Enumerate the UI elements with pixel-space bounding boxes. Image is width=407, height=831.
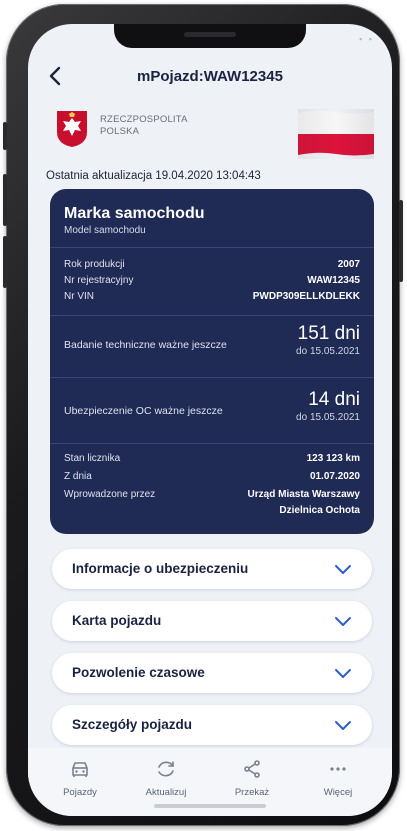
row-registration: Nr rejestracyjny WAW12345	[64, 275, 360, 286]
nav-share[interactable]: Przekaż	[212, 758, 292, 798]
silent-switch	[3, 122, 7, 150]
refresh-icon	[158, 761, 174, 777]
vehicle-brand: Marka samochodu	[64, 205, 205, 222]
status-indicator: ▪ ▪	[359, 34, 374, 44]
volume-down-button	[3, 236, 7, 288]
nav-refresh[interactable]: Aktualizuj	[126, 758, 206, 798]
divider	[50, 247, 374, 248]
section-vehicle-card[interactable]: Karta pojazdu	[52, 601, 372, 641]
more-icon	[330, 767, 346, 771]
app-screen: ▪ ▪ mPojazd:WAW12345 RZECZPOSPOLITA POLS…	[28, 24, 392, 816]
volume-up-button	[3, 174, 7, 226]
divider	[50, 377, 374, 378]
notch	[114, 24, 306, 48]
power-button	[399, 200, 403, 282]
row-odometer: Stan licznika 123 123 km	[64, 453, 360, 464]
chevron-down-icon	[335, 721, 351, 730]
row-entered-by: Wprowadzone przez Urząd Miasta Warszawy	[64, 489, 360, 500]
issuer-label: RZECZPOSPOLITA POLSKA	[100, 114, 188, 137]
vehicle-summary-card: Marka samochodu Model samochodu Rok prod…	[50, 189, 374, 534]
polish-emblem-icon	[57, 111, 87, 147]
chevron-down-icon	[335, 669, 351, 678]
section-vehicle-details[interactable]: Szczegóły pojazdu	[52, 705, 372, 745]
chevron-down-icon	[335, 617, 351, 626]
page-title: mPojazd:WAW12345	[137, 68, 283, 85]
car-icon	[72, 762, 88, 777]
share-icon	[244, 760, 260, 778]
divider	[50, 443, 374, 444]
nav-vehicles[interactable]: Pojazdy	[40, 758, 120, 798]
row-vin: Nr VIN PWDP309ELLKDLEKK	[64, 291, 360, 302]
divider	[50, 315, 374, 316]
app-header: mPojazd:WAW12345	[28, 54, 392, 102]
home-indicator	[154, 804, 266, 808]
section-insurance-info[interactable]: Informacje o ubezpieczeniu	[52, 549, 372, 589]
last-update-text: Ostatnia aktualizacja 19.04.2020 13:04:4…	[46, 170, 261, 182]
nav-more[interactable]: Więcej	[298, 758, 378, 798]
row-production-year: Rok produkcji 2007	[64, 259, 360, 270]
row-reading-date: Z dnia 01.07.2020	[64, 471, 360, 482]
chevron-down-icon	[335, 565, 351, 574]
section-temporary-permit[interactable]: Pozwolenie czasowe	[52, 653, 372, 693]
vehicle-model: Model samochodu	[64, 225, 146, 236]
polish-flag-icon	[298, 109, 374, 159]
phone-frame: ▪ ▪ mPojazd:WAW12345 RZECZPOSPOLITA POLS…	[3, 4, 403, 826]
